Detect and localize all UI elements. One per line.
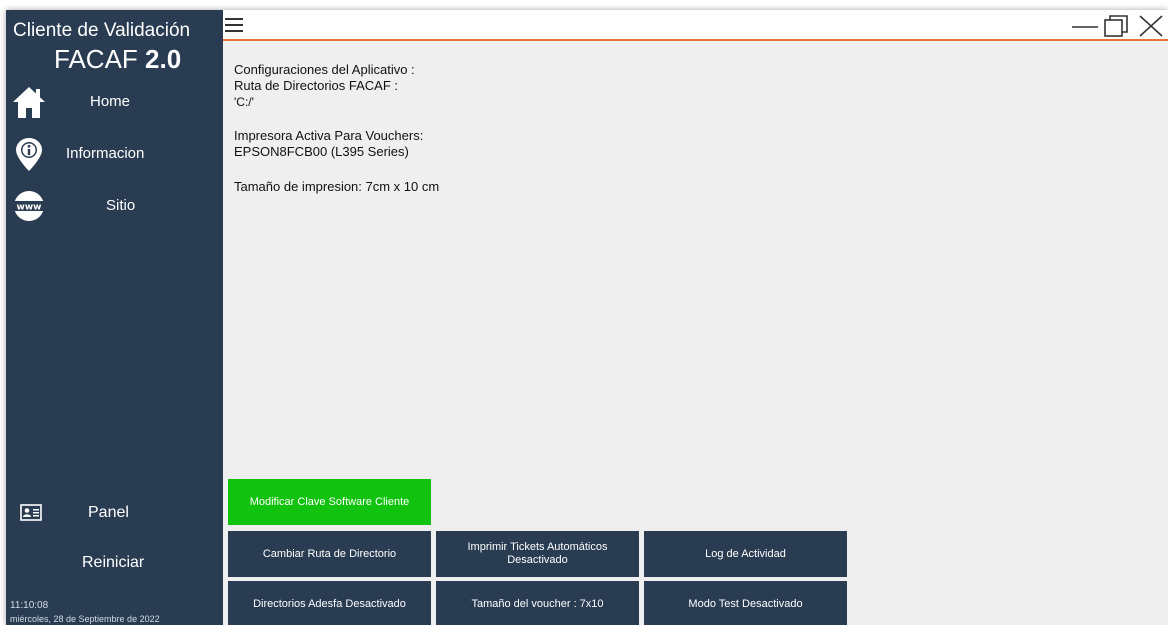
sidebar-item-label: Panel [88, 504, 129, 521]
app-window: Cliente de Validación FACAF 2.0 Home Inf… [6, 10, 1168, 625]
directory-value: 'C:/' [234, 95, 254, 109]
activity-log-button[interactable]: Log de Actividad [644, 531, 847, 577]
config-heading: Configuraciones del Aplicativo : [234, 62, 415, 77]
date: miércoles, 28 de Septiembre de 2022 [10, 614, 160, 624]
id-card-icon [20, 504, 42, 521]
config-info: Configuraciones del Aplicativo : Ruta de… [234, 62, 439, 195]
info-pin-icon [12, 136, 46, 172]
printer-value: EPSON8FCB00 (L395 Series) [234, 144, 409, 159]
restart-button[interactable]: Reiniciar [6, 544, 223, 584]
app-title: Cliente de Validación [13, 20, 191, 41]
sidebar-item-label: Sitio [106, 197, 136, 214]
test-mode-button[interactable]: Modo Test Desactivado [644, 581, 847, 625]
print-size: Tamaño de impresion: 7cm x 10 cm [234, 179, 440, 194]
restart-label: Reiniciar [82, 554, 145, 571]
app-name: FACAF [54, 44, 138, 74]
printer-label: Impresora Activa Para Vouchers: [234, 128, 424, 143]
app-version: 2.0 [145, 44, 182, 74]
sidebar-item-sitio[interactable]: www Sitio [6, 184, 223, 228]
www-globe-icon: www [12, 188, 46, 224]
change-directory-button[interactable]: Cambiar Ruta de Directorio [228, 531, 431, 577]
directory-label: Ruta de Directorios FACAF : [234, 78, 398, 93]
auto-print-tickets-button[interactable]: Imprimir Tickets Automáticos Desactivado [436, 531, 639, 577]
window-controls [1068, 14, 1168, 38]
sidebar: Cliente de Validación FACAF 2.0 Home Inf… [6, 10, 223, 625]
adesfa-directories-button[interactable]: Directorios Adesfa Desactivado [228, 581, 431, 625]
hamburger-menu-icon[interactable] [225, 17, 245, 33]
clock: 11:10:08 [10, 600, 49, 611]
minimize-icon[interactable] [1070, 14, 1100, 38]
sidebar-item-panel[interactable]: Panel [6, 494, 223, 534]
close-icon[interactable] [1136, 14, 1166, 38]
svg-text:www: www [17, 203, 42, 213]
sidebar-item-home[interactable]: Home [6, 80, 223, 124]
maximize-icon[interactable] [1102, 14, 1132, 38]
sidebar-item-label: Home [90, 93, 131, 110]
modify-key-button[interactable]: Modificar Clave Software Cliente [228, 479, 431, 525]
sidebar-item-informacion[interactable]: Informacion [6, 132, 223, 176]
app-subtitle: FACAF 2.0 [54, 45, 181, 73]
home-icon [12, 84, 46, 120]
top-bar [223, 10, 1168, 41]
sidebar-item-label: Informacion [66, 145, 145, 162]
voucher-size-button[interactable]: Tamaño del voucher : 7x10 [436, 581, 639, 625]
